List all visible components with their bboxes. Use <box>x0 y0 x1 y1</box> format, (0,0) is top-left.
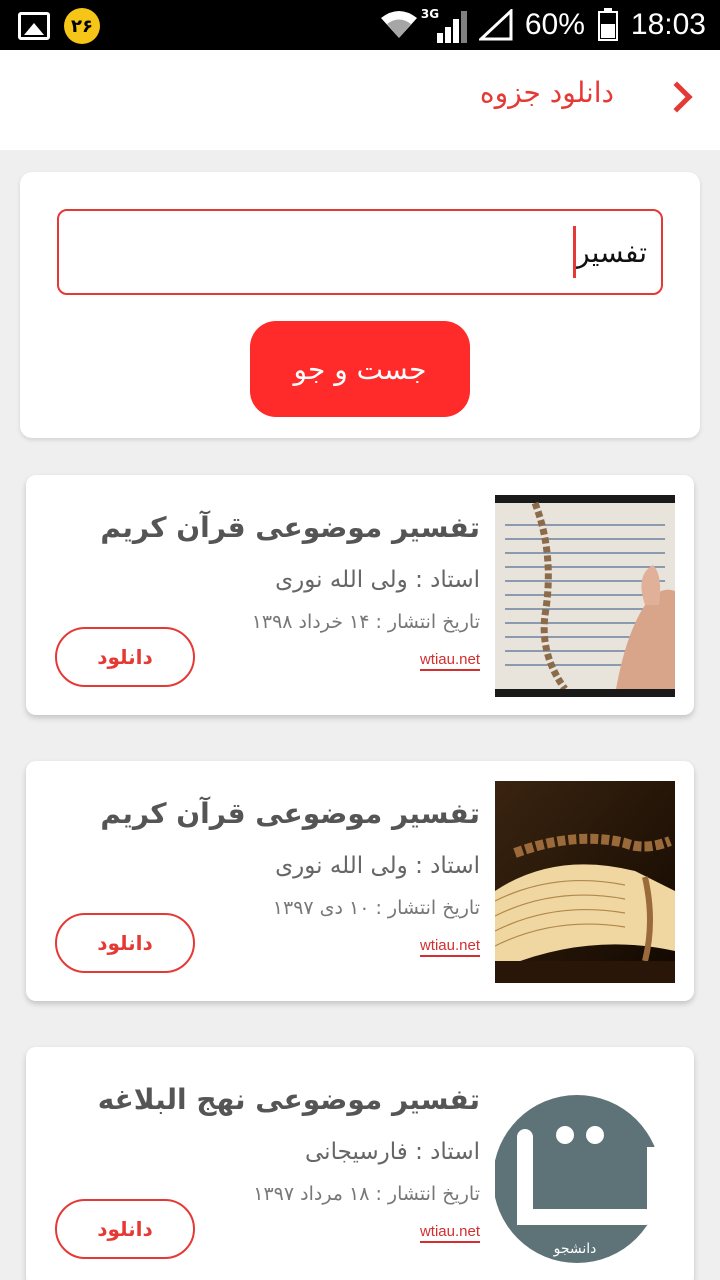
app-header: دانلود جزوه <box>0 50 720 150</box>
quran-book-thumbnail <box>495 781 675 983</box>
result-professor: استاد : فارسیجانی <box>305 1139 480 1165</box>
download-button[interactable]: دانلود <box>55 1199 195 1259</box>
quran-hand-thumbnail <box>495 495 675 697</box>
notification-badge: ۲۶ <box>64 8 100 44</box>
app-logo-thumbnail: دانشجو <box>495 1067 675 1269</box>
result-site-link[interactable]: wtiau.net <box>419 937 480 957</box>
page-title: دانلود جزوه <box>479 76 614 109</box>
result-date: تاریخ انتشار : ۱۴ خرداد ۱۳۹۸ <box>251 611 480 633</box>
result-title: تفسیر موضوعی قرآن کریم <box>100 511 480 544</box>
result-site-link[interactable]: wtiau.net <box>419 651 480 671</box>
result-card[interactable]: تفسیر موضوعی قرآن کریم استاد : ولی الله … <box>26 761 694 1001</box>
gallery-notification-icon <box>18 12 50 40</box>
clock: 18:03 <box>630 8 706 41</box>
result-site-link[interactable]: wtiau.net <box>419 1223 480 1243</box>
download-button[interactable]: دانلود <box>55 627 195 687</box>
result-professor: استاد : ولی الله نوری <box>275 567 480 593</box>
back-chevron-icon[interactable] <box>661 81 693 113</box>
svg-text:دانشجو: دانشجو <box>553 1241 597 1257</box>
result-card[interactable]: تفسیر موضوعی قرآن کریم استاد : ولی الله … <box>26 475 694 715</box>
battery-icon <box>597 8 618 41</box>
no-signal-icon <box>478 9 513 41</box>
status-bar: ۲۶ 3G 60% 18:03 <box>0 0 720 50</box>
result-date: تاریخ انتشار : ۱۸ مرداد ۱۳۹۷ <box>253 1183 480 1205</box>
battery-percent: 60% <box>524 8 585 41</box>
result-title: تفسیر موضوعی قرآن کریم <box>100 797 480 830</box>
result-title: تفسیر موضوعی نهج البلاغه <box>97 1083 480 1116</box>
wifi-icon <box>380 11 417 38</box>
cell-signal-icon: 3G <box>421 7 467 43</box>
text-caret <box>573 226 576 278</box>
search-card: جست و جو <box>20 172 700 438</box>
result-date: تاریخ انتشار : ۱۰ دی ۱۳۹۷ <box>272 897 480 919</box>
search-button[interactable]: جست و جو <box>250 321 470 417</box>
result-professor: استاد : ولی الله نوری <box>275 853 480 879</box>
result-card[interactable]: دانشجو تفسیر موضوعی نهج البلاغه استاد : … <box>26 1047 694 1280</box>
download-button[interactable]: دانلود <box>55 913 195 973</box>
